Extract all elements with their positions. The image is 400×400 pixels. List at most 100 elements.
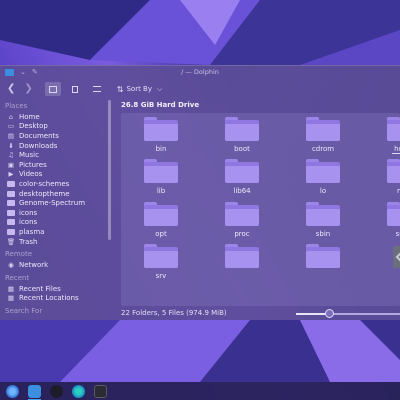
folder-item[interactable]: srv	[131, 244, 191, 284]
dolphin-window[interactable]: ⌄ ✎ / — Dolphin ❮ ❯ ⇅ Sort By ⌵ Places ⌂…	[0, 65, 400, 320]
places-item-label: Pictures	[19, 160, 47, 169]
folder-icon	[144, 117, 178, 143]
places-item-label: Home	[19, 112, 40, 121]
trash-icon: 🗑	[6, 237, 16, 246]
folder-item[interactable]	[293, 244, 353, 284]
details-view-glyph	[92, 86, 101, 92]
places-list: ⌂ Home ▭ Desktop ▤ Documents ⬇ Downloads ♫ Music ▣…	[0, 112, 113, 246]
item-label: lib64	[233, 187, 251, 195]
places-item-color-schemes[interactable]: color-schemes	[0, 179, 113, 189]
recent-header: Recent	[5, 273, 30, 282]
places-item-label: icons	[19, 218, 38, 227]
item-label: srv	[155, 272, 167, 280]
steam-task-icon[interactable]	[50, 384, 63, 398]
places-item-trash[interactable]: 🗑 Trash	[0, 237, 113, 247]
places-item-music[interactable]: ♫ Music	[0, 150, 113, 160]
file-item[interactable]	[374, 244, 400, 284]
icon-view-icon[interactable]	[44, 82, 61, 96]
places-item-home[interactable]: ⌂ Home	[0, 112, 113, 122]
places-item-plasma[interactable]: plasma	[0, 227, 113, 237]
folder-item[interactable]: boot	[212, 117, 272, 157]
places-scrollbar[interactable]	[108, 100, 111, 240]
folder-front	[144, 166, 178, 183]
places-item-icons[interactable]: icons	[0, 218, 113, 228]
forward-icon[interactable]: ❯	[24, 79, 32, 99]
folder-item[interactable]: lib64	[212, 159, 272, 199]
folder-front	[144, 209, 178, 226]
places-item-label: Recent Files	[19, 284, 61, 293]
places-item-label: color-schemes	[19, 179, 70, 188]
folder-front	[306, 251, 340, 268]
folder-icon	[7, 219, 15, 226]
zoom-slider-handle[interactable]	[325, 309, 335, 318]
places-item-label: Documents	[19, 131, 59, 140]
places-item-genome-spectrum[interactable]: Genome-Spectrum	[0, 198, 113, 208]
folder-icon	[225, 159, 259, 185]
places-item-label: Trash	[19, 237, 38, 246]
folder-item[interactable]	[212, 244, 272, 284]
folder-front	[225, 209, 259, 226]
file-grid[interactable]: bin boot cdrom home lib lib64 lo mnt opt proc sbin…	[121, 113, 400, 306]
places-item-desktop[interactable]: ▭ Desktop	[0, 122, 113, 132]
status-text: 22 Folders, 5 Files (974.9 MiB)	[121, 309, 227, 317]
folder-item[interactable]: lib	[131, 159, 191, 199]
pictures-icon: ▣	[7, 160, 15, 169]
folder-front	[387, 166, 400, 183]
places-item-label: Videos	[19, 170, 43, 179]
folder-icon	[7, 209, 15, 216]
details-view-icon[interactable]	[89, 82, 105, 96]
item-label: home	[392, 145, 400, 154]
title-bar[interactable]: ⌄ ✎ / — Dolphin	[0, 66, 400, 78]
folder-icon	[387, 117, 400, 143]
status-bar: 22 Folders, 5 Files (974.9 MiB)	[0, 306, 400, 321]
places-item-label: plasma	[19, 227, 45, 236]
drive-title: 26.8 GiB Hard Drive	[121, 101, 200, 109]
folder-item[interactable]: lo	[293, 159, 353, 199]
folder-icon	[144, 159, 178, 185]
folder-item[interactable]: bin	[131, 117, 191, 157]
folder-icon	[387, 202, 400, 228]
sort-button[interactable]: ⇅ Sort By ⌵	[117, 85, 163, 94]
home-icon: ⌂	[8, 112, 14, 121]
terminal-task-icon[interactable]	[94, 384, 107, 398]
places-item-downloads[interactable]: ⬇ Downloads	[0, 141, 113, 151]
folder-front	[306, 166, 340, 183]
folder-item[interactable]: snap	[374, 202, 400, 242]
file-view[interactable]: 26.8 GiB Hard Drive bin boot cdrom home lib l…	[116, 99, 400, 306]
item-label: sbin	[315, 230, 331, 238]
browser-task-icon[interactable]	[72, 384, 85, 398]
places-item-recent-files[interactable]: ▦ Recent Files	[0, 284, 113, 294]
dolphin-task-icon[interactable]	[28, 384, 41, 400]
folder-front	[144, 251, 178, 268]
folder-item[interactable]: mnt	[374, 159, 400, 199]
places-item-label: Recent Locations	[19, 294, 79, 303]
folder-icon	[225, 117, 259, 143]
documents-icon: ▤	[7, 131, 15, 140]
back-icon[interactable]: ❮	[7, 79, 15, 99]
chevron-down-icon: ⌵	[157, 84, 163, 93]
sort-icon: ⇅	[116, 84, 124, 94]
places-item-network[interactable]: ◉ Network	[0, 260, 113, 270]
compact-view-icon[interactable]	[67, 82, 83, 96]
folder-icon	[7, 200, 15, 207]
folder-item[interactable]: home	[374, 117, 400, 157]
folder-item[interactable]: cdrom	[293, 117, 353, 157]
places-item-videos[interactable]: ▶ Videos	[0, 170, 113, 180]
places-item-pictures[interactable]: ▣ Pictures	[0, 160, 113, 170]
folder-item[interactable]: proc	[212, 202, 272, 242]
sort-label: Sort By	[126, 85, 153, 93]
places-item-label: Downloads	[19, 141, 58, 150]
folder-front	[225, 166, 259, 183]
folder-item[interactable]: sbin	[293, 202, 353, 242]
folder-icon	[7, 190, 15, 197]
places-item-label: Genome-Spectrum	[19, 199, 86, 208]
icon-view-glyph	[48, 85, 57, 93]
places-item-documents[interactable]: ▤ Documents	[0, 131, 113, 141]
folder-item[interactable]: opt	[131, 202, 191, 242]
app-launcher-icon[interactable]	[6, 384, 19, 398]
item-label: opt	[155, 230, 167, 238]
places-item-desktoptheme[interactable]: desktoptheme	[0, 189, 113, 199]
places-item-recent-locations[interactable]: ▦ Recent Locations	[0, 294, 113, 304]
folder-front	[306, 124, 340, 141]
places-item-icons[interactable]: icons	[0, 208, 113, 218]
